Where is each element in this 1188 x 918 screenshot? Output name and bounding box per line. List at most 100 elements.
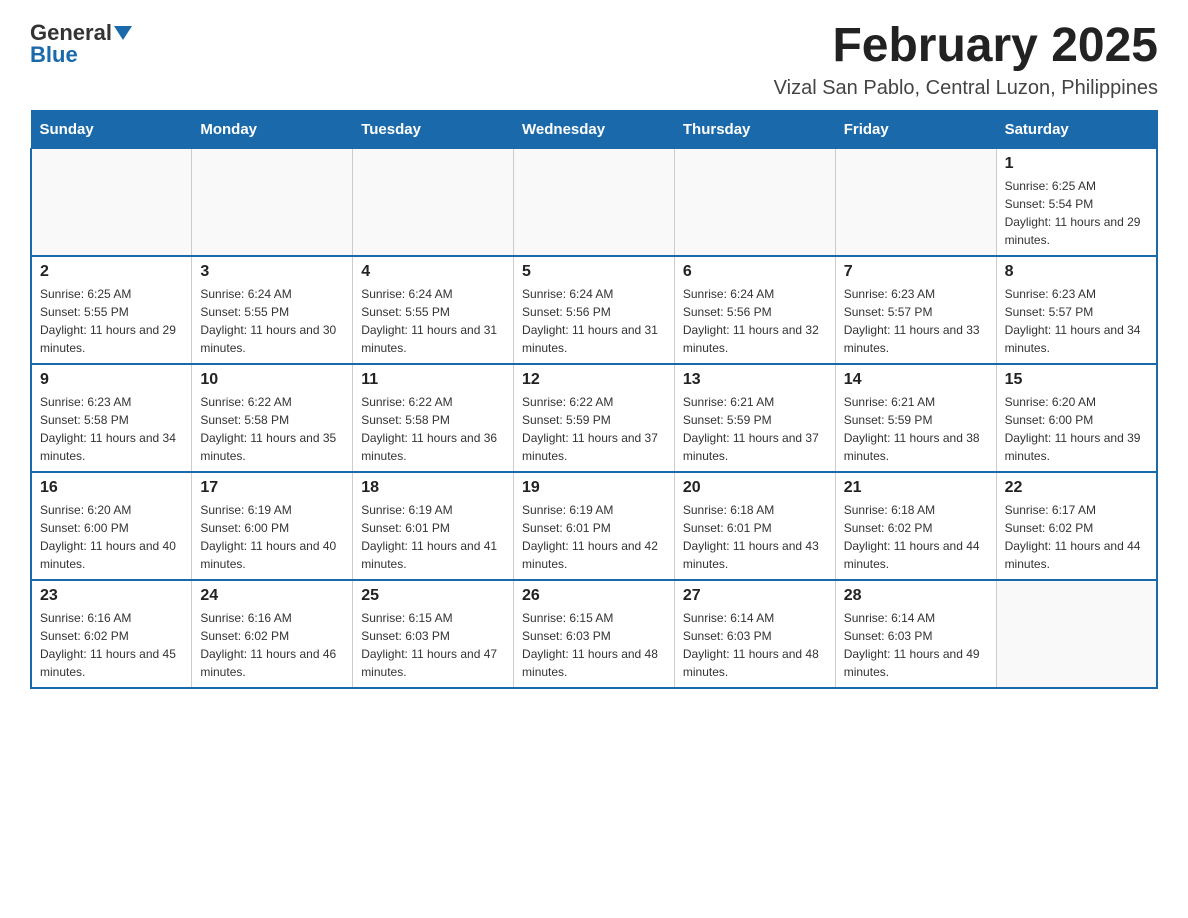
day-info: Sunrise: 6:15 AMSunset: 6:03 PMDaylight:… — [361, 609, 505, 681]
day-info: Sunrise: 6:23 AMSunset: 5:57 PMDaylight:… — [844, 285, 988, 357]
calendar-cell: 7 Sunrise: 6:23 AMSunset: 5:57 PMDaylight… — [835, 256, 996, 364]
day-number: 7 — [844, 263, 988, 281]
calendar-cell: 10Sunrise: 6:22 AMSunset: 5:58 PMDayligh… — [192, 364, 353, 472]
logo: General Blue — [30, 20, 132, 68]
calendar-cell: 19 Sunrise: 6:19 AMSunset: 6:01 PMDayligh… — [514, 472, 675, 580]
calendar-cell: 26 Sunrise: 6:15 AMSunset: 6:03 PMDayligh… — [514, 580, 675, 688]
calendar-cell: 13Sunrise: 6:21 AMSunset: 5:59 PMDayligh… — [674, 364, 835, 472]
day-number: 23 — [40, 587, 183, 605]
day-info: Sunrise: 6:16 AMSunset: 6:02 PMDaylight:… — [200, 609, 344, 681]
day-number: 14 — [844, 371, 988, 389]
day-number: 12 — [522, 371, 666, 389]
day-number: 24 — [200, 587, 344, 605]
calendar-cell: 1Sunrise: 6:25 AMSunset: 5:54 PMDaylight… — [996, 148, 1157, 256]
day-number: 8 — [1005, 263, 1148, 281]
calendar-cell: 17Sunrise: 6:19 AMSunset: 6:00 PMDayligh… — [192, 472, 353, 580]
page-header: General Blue February 2025 Vizal San Pab… — [30, 20, 1158, 100]
day-info: Sunrise: 6:23 AMSunset: 5:57 PMDaylight:… — [1005, 285, 1148, 357]
calendar-cell: 16 Sunrise: 6:20 AMSunset: 6:00 PMDayligh… — [31, 472, 192, 580]
day-number: 21 — [844, 479, 988, 497]
day-number: 19 — [522, 479, 666, 497]
day-info: Sunrise: 6:18 AMSunset: 6:02 PMDaylight:… — [844, 501, 988, 573]
week-row-2: 2Sunrise: 6:25 AMSunset: 5:55 PMDaylight… — [31, 256, 1157, 364]
weekday-header-sunday: Sunday — [31, 110, 192, 148]
day-number: 26 — [522, 587, 666, 605]
logo-arrow-icon — [114, 26, 132, 40]
calendar-cell: 27 Sunrise: 6:14 AMSunset: 6:03 PMDayligh… — [674, 580, 835, 688]
weekday-header-thursday: Thursday — [674, 110, 835, 148]
day-number: 2 — [40, 263, 183, 281]
day-number: 28 — [844, 587, 988, 605]
day-info: Sunrise: 6:19 AMSunset: 6:00 PMDaylight:… — [200, 501, 344, 573]
calendar-cell: 9 Sunrise: 6:23 AMSunset: 5:58 PMDaylight… — [31, 364, 192, 472]
calendar-cell: 3 Sunrise: 6:24 AMSunset: 5:55 PMDaylight… — [192, 256, 353, 364]
day-number: 3 — [200, 263, 344, 281]
day-number: 20 — [683, 479, 827, 497]
day-info: Sunrise: 6:19 AMSunset: 6:01 PMDaylight:… — [522, 501, 666, 573]
day-number: 6 — [683, 263, 827, 281]
calendar-header: SundayMondayTuesdayWednesdayThursdayFrid… — [31, 110, 1157, 148]
calendar-cell — [31, 148, 192, 256]
calendar-cell: 24 Sunrise: 6:16 AMSunset: 6:02 PMDayligh… — [192, 580, 353, 688]
day-number: 9 — [40, 371, 183, 389]
logo-blue-text: Blue — [30, 42, 78, 68]
calendar-cell: 5Sunrise: 6:24 AMSunset: 5:56 PMDaylight… — [514, 256, 675, 364]
calendar-cell: 25 Sunrise: 6:15 AMSunset: 6:03 PMDayligh… — [353, 580, 514, 688]
day-info: Sunrise: 6:14 AMSunset: 6:03 PMDaylight:… — [683, 609, 827, 681]
calendar-cell: 8 Sunrise: 6:23 AMSunset: 5:57 PMDaylight… — [996, 256, 1157, 364]
day-info: Sunrise: 6:18 AMSunset: 6:01 PMDaylight:… — [683, 501, 827, 573]
day-number: 27 — [683, 587, 827, 605]
day-number: 4 — [361, 263, 505, 281]
weekday-header-friday: Friday — [835, 110, 996, 148]
day-number: 15 — [1005, 371, 1148, 389]
day-info: Sunrise: 6:20 AMSunset: 6:00 PMDaylight:… — [1005, 393, 1148, 465]
day-number: 11 — [361, 371, 505, 389]
calendar-cell: 28 Sunrise: 6:14 AMSunset: 6:03 PMDayligh… — [835, 580, 996, 688]
day-info: Sunrise: 6:22 AMSunset: 5:59 PMDaylight:… — [522, 393, 666, 465]
weekday-header-monday: Monday — [192, 110, 353, 148]
day-info: Sunrise: 6:23 AMSunset: 5:58 PMDaylight:… — [40, 393, 183, 465]
day-info: Sunrise: 6:24 AMSunset: 5:55 PMDaylight:… — [200, 285, 344, 357]
week-row-3: 9 Sunrise: 6:23 AMSunset: 5:58 PMDaylight… — [31, 364, 1157, 472]
day-info: Sunrise: 6:16 AMSunset: 6:02 PMDaylight:… — [40, 609, 183, 681]
calendar-cell: 11 Sunrise: 6:22 AMSunset: 5:58 PMDayligh… — [353, 364, 514, 472]
day-info: Sunrise: 6:24 AMSunset: 5:55 PMDaylight:… — [361, 285, 505, 357]
day-info: Sunrise: 6:19 AMSunset: 6:01 PMDaylight:… — [361, 501, 505, 573]
calendar-cell: 15 Sunrise: 6:20 AMSunset: 6:00 PMDayligh… — [996, 364, 1157, 472]
calendar-cell: 2Sunrise: 6:25 AMSunset: 5:55 PMDaylight… — [31, 256, 192, 364]
day-number: 22 — [1005, 479, 1148, 497]
day-number: 18 — [361, 479, 505, 497]
calendar-body: 1Sunrise: 6:25 AMSunset: 5:54 PMDaylight… — [31, 148, 1157, 688]
day-info: Sunrise: 6:24 AMSunset: 5:56 PMDaylight:… — [683, 285, 827, 357]
calendar-cell: 6 Sunrise: 6:24 AMSunset: 5:56 PMDaylight… — [674, 256, 835, 364]
day-info: Sunrise: 6:17 AMSunset: 6:02 PMDaylight:… — [1005, 501, 1148, 573]
weekday-row: SundayMondayTuesdayWednesdayThursdayFrid… — [31, 110, 1157, 148]
day-number: 25 — [361, 587, 505, 605]
calendar-cell: 21 Sunrise: 6:18 AMSunset: 6:02 PMDayligh… — [835, 472, 996, 580]
week-row-5: 23 Sunrise: 6:16 AMSunset: 6:02 PMDayligh… — [31, 580, 1157, 688]
day-info: Sunrise: 6:20 AMSunset: 6:00 PMDaylight:… — [40, 501, 183, 573]
calendar-cell — [674, 148, 835, 256]
day-info: Sunrise: 6:24 AMSunset: 5:56 PMDaylight:… — [522, 285, 666, 357]
calendar-cell — [514, 148, 675, 256]
title-block: February 2025 Vizal San Pablo, Central L… — [774, 20, 1158, 100]
calendar-cell: 23 Sunrise: 6:16 AMSunset: 6:02 PMDayligh… — [31, 580, 192, 688]
calendar-cell — [353, 148, 514, 256]
day-number: 16 — [40, 479, 183, 497]
day-info: Sunrise: 6:15 AMSunset: 6:03 PMDaylight:… — [522, 609, 666, 681]
weekday-header-wednesday: Wednesday — [514, 110, 675, 148]
day-info: Sunrise: 6:25 AMSunset: 5:54 PMDaylight:… — [1005, 177, 1148, 249]
week-row-1: 1Sunrise: 6:25 AMSunset: 5:54 PMDaylight… — [31, 148, 1157, 256]
calendar-table: SundayMondayTuesdayWednesdayThursdayFrid… — [30, 110, 1158, 689]
day-number: 13 — [683, 371, 827, 389]
calendar-cell: 18 Sunrise: 6:19 AMSunset: 6:01 PMDayligh… — [353, 472, 514, 580]
day-info: Sunrise: 6:14 AMSunset: 6:03 PMDaylight:… — [844, 609, 988, 681]
calendar-cell: 12 Sunrise: 6:22 AMSunset: 5:59 PMDayligh… — [514, 364, 675, 472]
calendar-title: February 2025 — [774, 20, 1158, 73]
weekday-header-saturday: Saturday — [996, 110, 1157, 148]
calendar-cell: 14 Sunrise: 6:21 AMSunset: 5:59 PMDayligh… — [835, 364, 996, 472]
calendar-cell: 20 Sunrise: 6:18 AMSunset: 6:01 PMDayligh… — [674, 472, 835, 580]
day-info: Sunrise: 6:21 AMSunset: 5:59 PMDaylight:… — [844, 393, 988, 465]
day-info: Sunrise: 6:22 AMSunset: 5:58 PMDaylight:… — [361, 393, 505, 465]
weekday-header-tuesday: Tuesday — [353, 110, 514, 148]
